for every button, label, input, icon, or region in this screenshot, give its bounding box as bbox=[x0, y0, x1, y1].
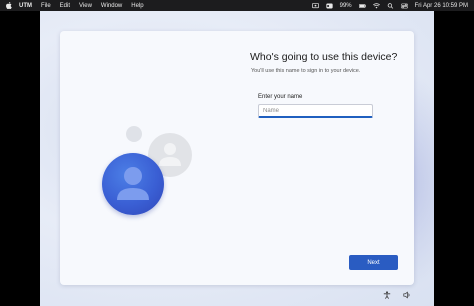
accessibility-icon[interactable] bbox=[383, 291, 391, 299]
volume-icon[interactable] bbox=[403, 291, 411, 299]
avatar-blue bbox=[102, 153, 164, 215]
control-center-icon[interactable] bbox=[325, 3, 333, 9]
wifi-icon[interactable] bbox=[372, 2, 380, 9]
avatar-small-circle bbox=[126, 126, 142, 142]
menu-help[interactable]: Help bbox=[131, 3, 143, 9]
menu-view[interactable]: View bbox=[79, 3, 92, 9]
vm-display[interactable]: Who's going to use this device? You'll u… bbox=[40, 11, 434, 306]
search-icon[interactable] bbox=[387, 2, 394, 9]
menu-edit[interactable]: Edit bbox=[60, 3, 70, 9]
name-input[interactable] bbox=[258, 104, 373, 118]
vm-system-tray bbox=[383, 291, 411, 299]
clock[interactable]: Fri Apr 26 10:59 PM bbox=[415, 3, 468, 9]
menu-bar-tray: 99% Fri Apr 26 10:59 PM bbox=[311, 2, 468, 9]
toggle-icon[interactable] bbox=[400, 3, 408, 9]
apple-logo-icon[interactable] bbox=[6, 2, 12, 9]
menu-file[interactable]: File bbox=[41, 3, 51, 9]
battery-percent: 99% bbox=[339, 2, 352, 9]
menu-app-name[interactable]: UTM bbox=[19, 3, 32, 9]
menu-window[interactable]: Window bbox=[101, 3, 122, 9]
battery-icon[interactable] bbox=[358, 3, 366, 9]
name-field-label: Enter your name bbox=[258, 94, 303, 100]
page-title: Who's going to use this device? bbox=[250, 51, 398, 63]
setup-card: Who's going to use this device? You'll u… bbox=[60, 31, 414, 285]
screen-mirror-icon[interactable] bbox=[311, 2, 319, 9]
menu-bar: UTM File Edit View Window Help 99% Fri A… bbox=[0, 0, 474, 11]
page-subtitle: You'll use this name to sign in to your … bbox=[251, 68, 361, 74]
next-button[interactable]: Next bbox=[349, 255, 398, 270]
